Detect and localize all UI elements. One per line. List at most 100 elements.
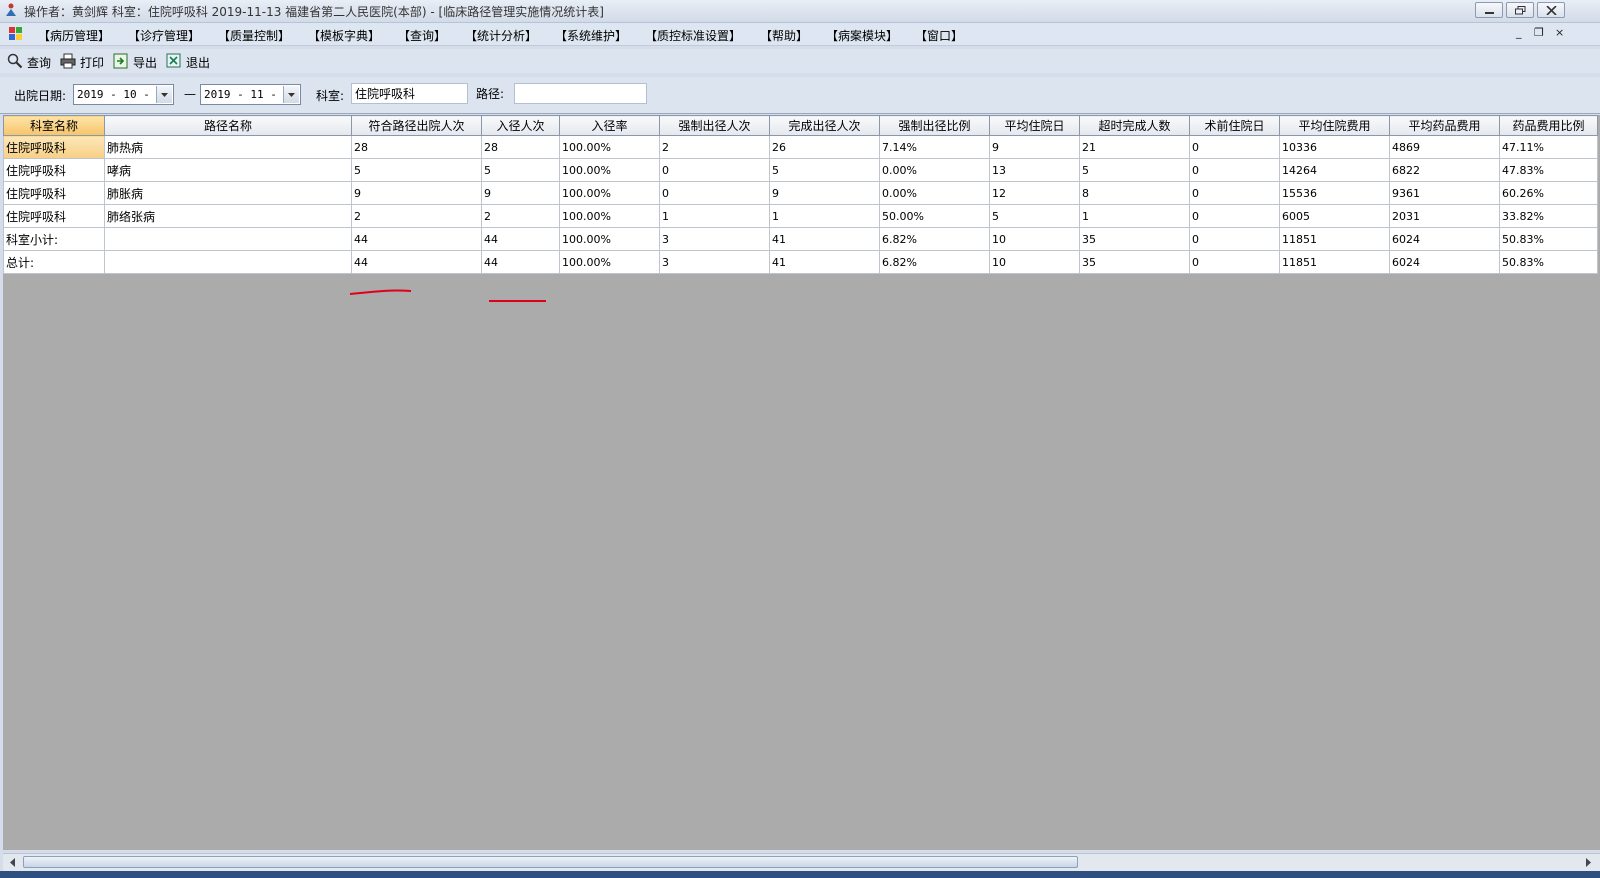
menu-window[interactable]: 【窗口】 bbox=[915, 27, 963, 44]
table-cell[interactable]: 9 bbox=[481, 181, 560, 205]
column-header[interactable]: 完成出径人次 bbox=[769, 115, 880, 136]
column-header[interactable]: 药品费用比例 bbox=[1499, 115, 1598, 136]
department-input[interactable] bbox=[352, 84, 467, 103]
table-cell[interactable]: 47.83% bbox=[1499, 158, 1598, 182]
column-header[interactable]: 入径人次 bbox=[481, 115, 560, 136]
horizontal-scrollbar[interactable] bbox=[3, 853, 1600, 871]
table-cell[interactable]: 11851 bbox=[1279, 250, 1390, 274]
export-button[interactable]: 导出 bbox=[113, 53, 161, 70]
date-from-dropdown-button[interactable] bbox=[156, 86, 172, 103]
table-cell[interactable]: 肺络张病 bbox=[104, 204, 352, 228]
table-cell[interactable]: 44 bbox=[351, 227, 482, 251]
table-cell[interactable]: 50.83% bbox=[1499, 250, 1598, 274]
table-cell[interactable]: 21 bbox=[1079, 135, 1190, 159]
table-cell[interactable]: 5 bbox=[1079, 158, 1190, 182]
table-row[interactable]: 住院呼吸科 肺胀病 9 9 100.00% 0 9 0.00% 12 8 0 15536 9361 60.… bbox=[3, 181, 1598, 205]
table-cell[interactable]: 44 bbox=[351, 250, 482, 274]
table-cell[interactable]: 科室小计: bbox=[3, 227, 105, 251]
table-cell[interactable]: 100.00% bbox=[559, 181, 660, 205]
table-cell[interactable]: 住院呼吸科 bbox=[3, 181, 105, 205]
table-cell[interactable]: 100.00% bbox=[559, 227, 660, 251]
mdi-close-button[interactable]: × bbox=[1555, 26, 1564, 39]
table-cell[interactable]: 5 bbox=[989, 204, 1080, 228]
table-cell[interactable]: 6024 bbox=[1389, 250, 1500, 274]
table-cell[interactable]: 14264 bbox=[1279, 158, 1390, 182]
menu-statistics[interactable]: 【统计分析】 bbox=[465, 27, 537, 44]
table-row[interactable]: 科室小计: 44 44 100.00% 3 41 6.82% 10 35 0 11851 6024 50… bbox=[3, 227, 1598, 251]
table-cell[interactable]: 8 bbox=[1079, 181, 1190, 205]
query-button[interactable]: 查询 bbox=[7, 53, 55, 70]
menu-system-maintenance[interactable]: 【系统维护】 bbox=[555, 27, 627, 44]
table-cell[interactable]: 2031 bbox=[1389, 204, 1500, 228]
table-cell[interactable]: 10 bbox=[989, 227, 1080, 251]
exit-button[interactable]: 退出 bbox=[166, 53, 214, 70]
table-cell[interactable]: 4869 bbox=[1389, 135, 1500, 159]
menu-template-dictionary[interactable]: 【模板字典】 bbox=[308, 27, 380, 44]
table-cell[interactable]: 0 bbox=[659, 181, 770, 205]
table-cell[interactable]: 28 bbox=[351, 135, 482, 159]
table-cell[interactable]: 7.14% bbox=[879, 135, 990, 159]
scroll-left-arrow-icon[interactable] bbox=[5, 855, 20, 870]
table-cell[interactable]: 3 bbox=[659, 227, 770, 251]
table-cell[interactable]: 100.00% bbox=[559, 158, 660, 182]
close-button[interactable] bbox=[1537, 2, 1565, 18]
table-cell[interactable]: 12 bbox=[989, 181, 1080, 205]
table-cell[interactable]: 60.26% bbox=[1499, 181, 1598, 205]
table-cell[interactable]: 0 bbox=[1189, 227, 1280, 251]
column-header[interactable]: 符合路径出院人次 bbox=[351, 115, 482, 136]
table-cell[interactable]: 6005 bbox=[1279, 204, 1390, 228]
table-cell[interactable]: 28 bbox=[481, 135, 560, 159]
table-cell[interactable]: 13 bbox=[989, 158, 1080, 182]
table-cell[interactable]: 44 bbox=[481, 227, 560, 251]
table-cell[interactable]: 1 bbox=[1079, 204, 1190, 228]
menu-case-module[interactable]: 【病案模块】 bbox=[826, 27, 898, 44]
table-cell[interactable]: 6822 bbox=[1389, 158, 1500, 182]
table-row[interactable]: 住院呼吸科 肺络张病 2 2 100.00% 1 1 50.00% 5 1 0 6005 2031 33.… bbox=[3, 204, 1598, 228]
table-cell[interactable]: 5 bbox=[351, 158, 482, 182]
table-cell[interactable]: 住院呼吸科 bbox=[3, 158, 105, 182]
restore-button[interactable] bbox=[1506, 2, 1534, 18]
table-cell[interactable]: 肺热病 bbox=[104, 135, 352, 159]
table-cell[interactable]: 41 bbox=[769, 250, 880, 274]
mdi-window-icon[interactable] bbox=[9, 27, 22, 40]
date-from-picker[interactable]: 2019 - 10 - 13 bbox=[73, 84, 174, 105]
column-header[interactable]: 术前住院日 bbox=[1189, 115, 1280, 136]
mdi-minimize-button[interactable]: _ bbox=[1516, 26, 1522, 39]
table-cell[interactable]: 2 bbox=[351, 204, 482, 228]
table-cell[interactable]: 9 bbox=[769, 181, 880, 205]
table-cell[interactable]: 44 bbox=[481, 250, 560, 274]
table-cell[interactable]: 0 bbox=[1189, 204, 1280, 228]
table-cell[interactable]: 26 bbox=[769, 135, 880, 159]
table-cell[interactable]: 2 bbox=[481, 204, 560, 228]
table-cell[interactable]: 住院呼吸科 bbox=[3, 135, 105, 159]
table-cell[interactable]: 6.82% bbox=[879, 250, 990, 274]
table-cell[interactable]: 3 bbox=[659, 250, 770, 274]
table-cell[interactable]: 0.00% bbox=[879, 181, 990, 205]
table-cell[interactable]: 0 bbox=[1189, 250, 1280, 274]
table-cell[interactable]: 35 bbox=[1079, 250, 1190, 274]
table-cell[interactable] bbox=[104, 227, 352, 251]
table-cell[interactable]: 1 bbox=[659, 204, 770, 228]
table-cell[interactable]: 哮病 bbox=[104, 158, 352, 182]
table-cell[interactable]: 0 bbox=[1189, 135, 1280, 159]
path-field[interactable] bbox=[514, 83, 647, 104]
department-field[interactable] bbox=[351, 83, 468, 104]
table-cell[interactable]: 0 bbox=[659, 158, 770, 182]
table-cell[interactable]: 47.11% bbox=[1499, 135, 1598, 159]
table-cell[interactable]: 50.00% bbox=[879, 204, 990, 228]
column-header[interactable]: 平均药品费用 bbox=[1389, 115, 1500, 136]
table-cell[interactable]: 9 bbox=[351, 181, 482, 205]
menu-quality-control[interactable]: 【质量控制】 bbox=[218, 27, 290, 44]
table-cell[interactable]: 9361 bbox=[1389, 181, 1500, 205]
column-header[interactable]: 平均住院费用 bbox=[1279, 115, 1390, 136]
table-cell[interactable]: 11851 bbox=[1279, 227, 1390, 251]
table-cell[interactable]: 100.00% bbox=[559, 135, 660, 159]
table-cell[interactable]: 2 bbox=[659, 135, 770, 159]
table-cell[interactable]: 33.82% bbox=[1499, 204, 1598, 228]
table-cell[interactable]: 0 bbox=[1189, 158, 1280, 182]
mdi-restore-button[interactable]: ❐ bbox=[1534, 26, 1544, 39]
scrollbar-thumb[interactable] bbox=[23, 856, 1078, 868]
minimize-button[interactable] bbox=[1475, 2, 1503, 18]
date-to-dropdown-button[interactable] bbox=[283, 86, 299, 103]
table-cell[interactable]: 100.00% bbox=[559, 250, 660, 274]
